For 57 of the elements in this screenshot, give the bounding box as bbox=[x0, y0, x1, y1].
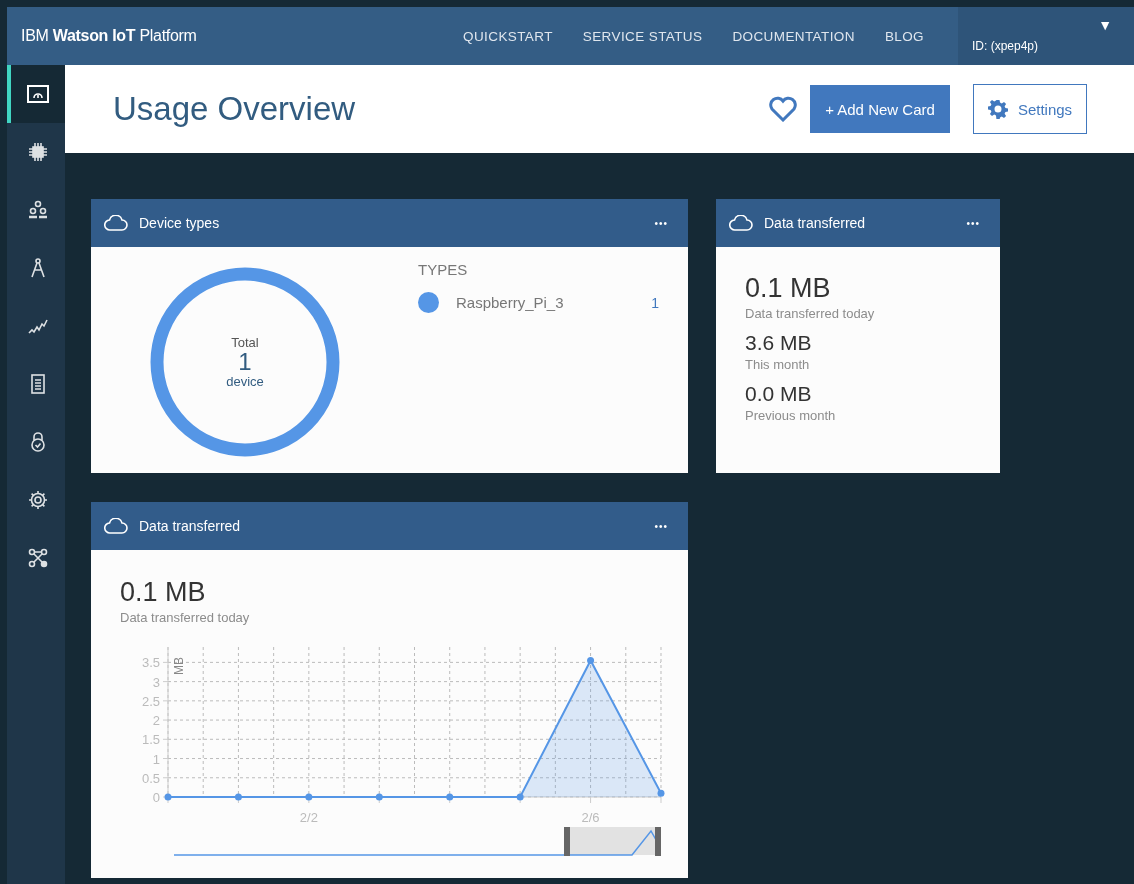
more-icon[interactable]: ••• bbox=[966, 217, 980, 229]
brand-logo[interactable]: IBM Watson IoT Platform bbox=[21, 27, 197, 45]
stat-label: This month bbox=[745, 357, 811, 372]
y-tick-label: 1 bbox=[152, 751, 160, 767]
total-label: Total bbox=[231, 335, 259, 350]
dashboard-icon[interactable] bbox=[7, 65, 65, 123]
stat-value: 0.1 MB bbox=[745, 273, 832, 304]
card-title: Data transferred bbox=[764, 215, 867, 231]
stat-label: Previous month bbox=[745, 408, 837, 423]
y-axis-label: MB bbox=[172, 657, 186, 675]
x-tick-label: 2/6 bbox=[581, 810, 600, 825]
y-tick-label: 3.5 bbox=[141, 655, 160, 671]
stat-label: Data transferred today bbox=[120, 610, 250, 625]
card-title: Device types bbox=[139, 215, 221, 231]
gear-icon bbox=[987, 99, 1008, 119]
type-name: Raspberry_Pi_3 bbox=[456, 294, 565, 311]
stat-label: Data transferred today bbox=[745, 306, 876, 321]
total-unit: device bbox=[226, 374, 264, 389]
y-tick-label: 3 bbox=[152, 674, 160, 690]
nav-link[interactable]: QUICKSTART bbox=[463, 28, 553, 44]
data-point bbox=[164, 793, 172, 801]
stat-value: 0.0 MB bbox=[745, 382, 813, 406]
data-point bbox=[657, 789, 665, 797]
page-title: Usage Overview bbox=[113, 90, 357, 128]
cloud-icon bbox=[104, 215, 128, 231]
y-tick-label: 0 bbox=[152, 790, 160, 805]
card-title: Data transferred bbox=[139, 518, 242, 534]
data-point bbox=[375, 793, 383, 801]
type-count: 1 bbox=[651, 294, 659, 311]
add-card-button[interactable]: + Add New Card bbox=[810, 85, 950, 133]
y-tick-label: 2 bbox=[152, 713, 160, 729]
range-navigator[interactable] bbox=[173, 827, 661, 856]
data-point bbox=[446, 793, 454, 801]
cloud-icon bbox=[104, 518, 128, 534]
account-menu[interactable]: ▼ ID: (xpep4p) bbox=[958, 7, 1134, 65]
data-point bbox=[305, 793, 313, 801]
more-icon[interactable]: ••• bbox=[654, 520, 668, 532]
nav-link[interactable]: SERVICE STATUS bbox=[582, 28, 703, 44]
y-tick-label: 2.5 bbox=[141, 693, 160, 709]
y-tick-label: 1.5 bbox=[141, 732, 160, 748]
data-point bbox=[587, 656, 595, 664]
settings-button[interactable]: Settings bbox=[973, 84, 1087, 134]
types-heading: TYPES bbox=[418, 261, 469, 278]
heart-icon[interactable] bbox=[768, 96, 798, 122]
total-count: 1 bbox=[238, 350, 252, 374]
data-point bbox=[234, 793, 242, 801]
y-tick-label: 0.5 bbox=[141, 770, 160, 786]
more-icon[interactable]: ••• bbox=[654, 217, 668, 229]
stat-value: 0.1 MB bbox=[120, 577, 206, 608]
nav-link[interactable]: BLOG bbox=[884, 28, 924, 44]
nav-link[interactable]: DOCUMENTATION bbox=[732, 28, 855, 44]
stat-value: 3.6 MB bbox=[745, 331, 813, 355]
data-point bbox=[516, 793, 524, 801]
caret-icon[interactable]: ▼ bbox=[1098, 17, 1112, 33]
account-id: ID: (xpep4p) bbox=[972, 39, 1039, 53]
x-tick-label: 2/2 bbox=[299, 810, 318, 825]
cloud-icon bbox=[729, 215, 753, 231]
